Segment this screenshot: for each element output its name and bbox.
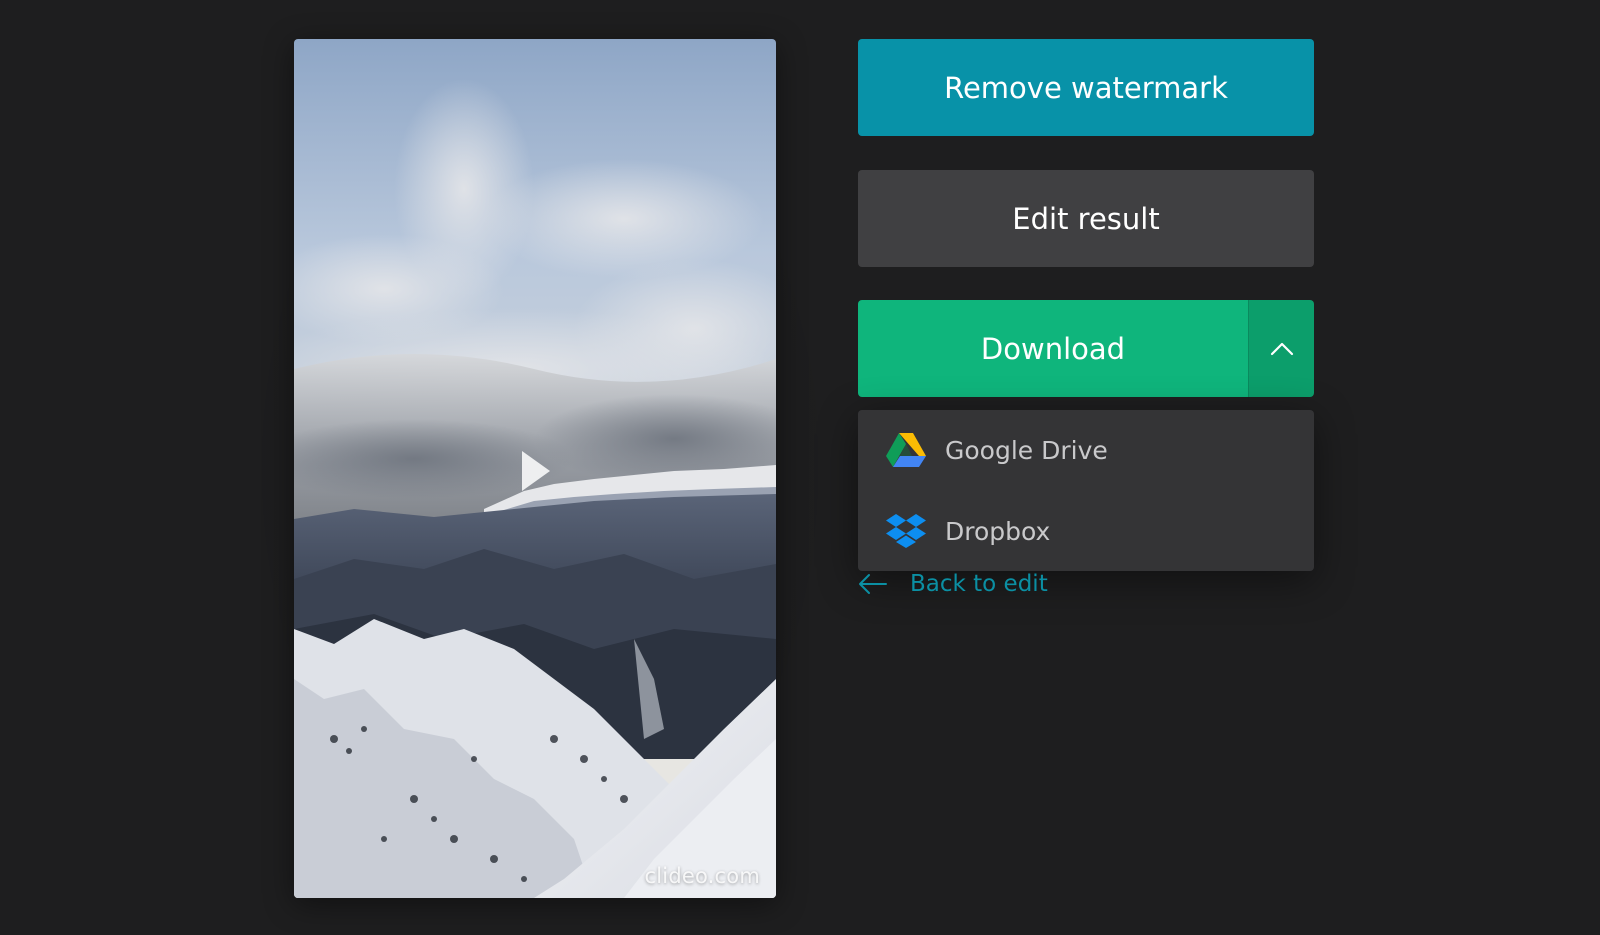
- download-button[interactable]: Download: [858, 300, 1248, 397]
- edit-result-button[interactable]: Edit result: [858, 170, 1314, 267]
- arrow-left-icon: [859, 574, 887, 594]
- edit-result-label: Edit result: [1012, 201, 1160, 236]
- menu-item-dropbox[interactable]: Dropbox: [858, 491, 1314, 571]
- video-preview[interactable]: clideo.com: [294, 39, 776, 898]
- chevron-up-icon: [1270, 342, 1293, 355]
- watermark-text: clideo.com: [644, 864, 760, 888]
- menu-item-label: Dropbox: [945, 516, 1051, 546]
- download-options-toggle[interactable]: [1248, 300, 1314, 397]
- download-label: Download: [980, 331, 1126, 366]
- dropbox-icon: [886, 511, 926, 551]
- remove-watermark-label: Remove watermark: [944, 70, 1228, 105]
- play-icon[interactable]: [510, 446, 560, 496]
- google-drive-icon: [886, 430, 926, 470]
- result-page: clideo.com Remove watermark Edit result …: [0, 0, 1600, 935]
- remove-watermark-button[interactable]: Remove watermark: [858, 39, 1314, 136]
- download-split-button: Download: [858, 300, 1314, 397]
- back-to-edit-label: Back to edit: [910, 571, 1048, 597]
- menu-item-label: Google Drive: [945, 435, 1108, 465]
- menu-item-google-drive[interactable]: Google Drive: [858, 410, 1314, 490]
- back-to-edit-link[interactable]: Back to edit: [858, 566, 1048, 602]
- download-destination-menu: Google Drive Dropbox: [858, 410, 1314, 571]
